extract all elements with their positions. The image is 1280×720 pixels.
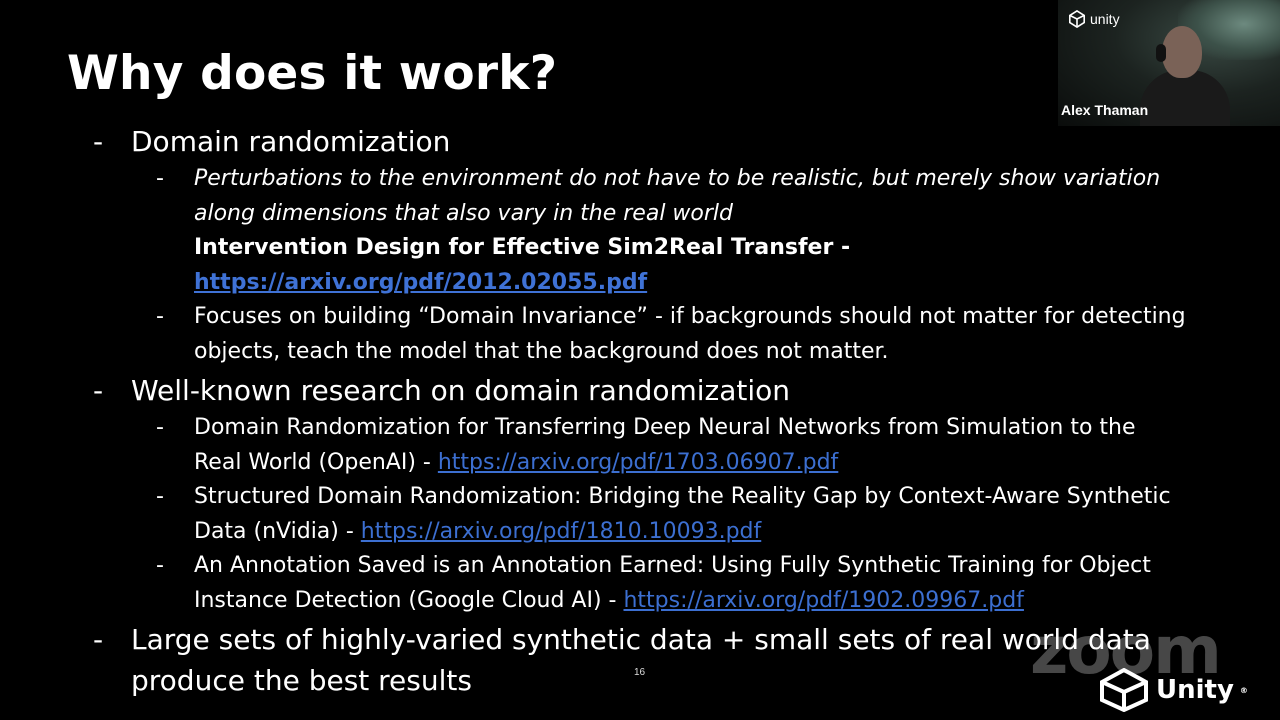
sub-bullet-line: along dimensions that also vary in the r… bbox=[194, 200, 733, 226]
sub-bullet-line: Real World (OpenAI) - bbox=[194, 449, 438, 475]
reference-link[interactable]: https://arxiv.org/pdf/2012.02055.pdf bbox=[194, 270, 647, 295]
sub-bullet-domain-invariance: - Focuses on building “Domain Invariance… bbox=[156, 300, 1186, 369]
reference-link[interactable]: https://arxiv.org/pdf/1902.09967.pdf bbox=[623, 588, 1023, 613]
unity-webcam-logo: unity bbox=[1068, 10, 1120, 28]
unity-watermark-text: Unity bbox=[1156, 675, 1234, 705]
sub-bullet-line: Structured Domain Randomization: Bridgin… bbox=[194, 484, 1171, 509]
sub-bullet-line: Perturbations to the environment do not … bbox=[194, 166, 1161, 191]
bullet-domain-randomization: - Domain randomization bbox=[93, 121, 451, 162]
registered-mark: ® bbox=[1239, 685, 1248, 695]
unity-cube-icon bbox=[1068, 10, 1086, 28]
unity-watermark: Unity ® bbox=[1098, 668, 1248, 712]
page-number: 16 bbox=[634, 667, 646, 678]
sub-bullet-line: Instance Detection (Google Cloud AI) - bbox=[194, 587, 624, 613]
headset-icon bbox=[1156, 44, 1166, 62]
sub-bullet-line: Domain Randomization for Transferring De… bbox=[194, 415, 1136, 440]
bullet-well-known-research: - Well-known research on domain randomiz… bbox=[93, 370, 791, 411]
speaker-body bbox=[1140, 70, 1230, 126]
bullet-text: Domain randomization bbox=[131, 125, 451, 158]
reference-title: Intervention Design for Effective Sim2Re… bbox=[194, 235, 851, 260]
speaker-head bbox=[1162, 26, 1202, 78]
reference-link[interactable]: https://arxiv.org/pdf/1810.10093.pdf bbox=[361, 519, 761, 544]
participant-name: Alex Thaman bbox=[1061, 102, 1149, 118]
bullet-text: Large sets of highly-varied synthetic da… bbox=[131, 623, 1151, 656]
unity-logo-text: unity bbox=[1090, 11, 1120, 27]
bullet-text: Well-known research on domain randomizat… bbox=[131, 374, 791, 407]
sub-bullet-line: Data (nVidia) - bbox=[194, 518, 361, 544]
reference-link[interactable]: https://arxiv.org/pdf/1703.06907.pdf bbox=[438, 450, 838, 475]
bullet-dash: - bbox=[156, 166, 164, 191]
slide-title: Why does it work? bbox=[67, 46, 558, 101]
bullet-dash: - bbox=[156, 484, 164, 509]
sub-bullet-nvidia-paper: - Structured Domain Randomization: Bridg… bbox=[156, 480, 1171, 549]
unity-cube-icon bbox=[1100, 668, 1148, 712]
sub-bullet-openai-paper: - Domain Randomization for Transferring … bbox=[156, 411, 1136, 480]
sub-bullet-perturbations: - Perturbations to the environment do no… bbox=[156, 162, 1161, 300]
sub-bullet-google-paper: - An Annotation Saved is an Annotation E… bbox=[156, 549, 1151, 618]
sub-bullet-line: Focuses on building “Domain Invariance” … bbox=[194, 304, 1186, 329]
bullet-dash: - bbox=[156, 553, 164, 578]
sub-bullet-line: objects, teach the model that the backgr… bbox=[194, 338, 889, 364]
bullet-dash: - bbox=[93, 623, 104, 656]
sub-bullet-line: An Annotation Saved is an Annotation Ear… bbox=[194, 553, 1151, 578]
bullet-dash: - bbox=[156, 415, 164, 440]
bullet-dash: - bbox=[93, 125, 104, 158]
bullet-large-sets: - Large sets of highly-varied synthetic … bbox=[93, 619, 1151, 701]
bullet-dash: - bbox=[156, 304, 164, 329]
bullet-dash: - bbox=[93, 374, 104, 407]
